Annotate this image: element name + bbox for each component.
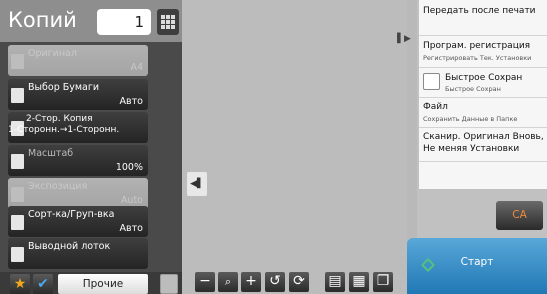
ratio-button[interactable]: Масштаб 100%	[8, 145, 148, 176]
chevron-right-icon: ▌▶	[397, 34, 411, 44]
chevron-left-icon: ◀▌	[190, 179, 204, 189]
shortcut-file[interactable]: Файл Сохранить Данные в Папке	[419, 98, 547, 128]
multi-page-button[interactable]: ❐	[373, 272, 393, 292]
thumbnail-view-button[interactable]: ▦	[349, 272, 369, 292]
shortcut-program-register[interactable]: Програм. регистрация Регистрировать Тек.…	[419, 36, 547, 68]
exposure-label: Экспозиция	[28, 181, 88, 192]
page-view-button[interactable]: ▤	[325, 272, 345, 292]
preview-area	[182, 0, 407, 294]
paper-select-value: Авто	[119, 96, 143, 107]
quick-save-checkbox[interactable]	[423, 73, 440, 90]
rotate-button[interactable]: ↺	[265, 272, 285, 292]
shortcut-quick-save-sub: Быстрое Сохран	[445, 85, 501, 93]
plus-icon: +	[245, 273, 257, 289]
page-view-icon: ▤	[328, 273, 342, 289]
ratio-label: Масштаб	[28, 148, 74, 159]
exposure-button[interactable]: Экспозиция Auto	[8, 178, 148, 209]
shortcut-rescan[interactable]: Сканир. Оригинал Вновь, Не меняя Установ…	[419, 128, 547, 162]
refresh-button[interactable]: ⟳	[289, 272, 309, 292]
output-tray-label: Выводной лоток	[28, 241, 111, 252]
zoom-in-button[interactable]: +	[241, 272, 261, 292]
duplex-copy-button[interactable]: 2-Стор. Копия 1-Сторонн.→1-Сторонн.	[8, 112, 148, 143]
original-button[interactable]: Оригинал A4	[8, 45, 148, 76]
favorite-button[interactable]: ★	[10, 274, 30, 294]
zoom-out-button[interactable]: −	[195, 272, 215, 292]
original-icon	[11, 54, 24, 69]
ratio-icon	[11, 154, 24, 169]
start-label: Старт	[460, 256, 494, 268]
shortcut-rescan-line1: Сканир. Оригинал Вновь,	[423, 132, 544, 142]
other-button[interactable]: Прочие	[58, 274, 148, 294]
duplex-copy-label: 2-Стор. Копия 1-Сторонн.→1-Сторонн.	[8, 114, 119, 136]
star-icon: ★	[13, 276, 27, 292]
shortcut-quick-save[interactable]: Быстрое Сохран Быстрое Сохран	[419, 68, 547, 98]
shortcut-file-sub: Сохранить Данные в Папке	[423, 115, 518, 123]
sort-group-label: Сорт-ка/Груп-вка	[28, 209, 115, 220]
shortcut-rescan-line2: Не меняя Установки	[423, 144, 520, 154]
start-button[interactable]: Старт	[407, 238, 547, 294]
output-tray-button[interactable]: Выводной лоток	[8, 238, 148, 269]
check-icon: ✔	[37, 276, 49, 292]
check-button[interactable]: ✔	[33, 274, 53, 294]
minus-icon: −	[199, 273, 211, 289]
ratio-value: 100%	[115, 162, 143, 173]
collapse-left-button[interactable]: ◀▌	[187, 172, 207, 196]
exposure-icon	[11, 187, 24, 202]
paper-icon	[11, 88, 24, 103]
copies-bar: Копий 1	[0, 0, 182, 42]
zoom-button[interactable]: ⌕	[218, 272, 238, 292]
keypad-icon	[161, 15, 175, 29]
sort-group-value: Авто	[119, 223, 143, 234]
shortcut-file-label: Файл	[423, 102, 448, 112]
paper-select-label: Выбор Бумаги	[28, 82, 100, 93]
original-value: A4	[130, 62, 143, 73]
shortcut-quick-save-label: Быстрое Сохран	[445, 73, 523, 83]
keypad-button[interactable]	[157, 9, 179, 35]
exposure-value: Auto	[120, 195, 143, 206]
shortcut-send-after-print-label: Передать после печати	[423, 6, 536, 16]
refresh-icon: ⟳	[293, 273, 305, 289]
clear-all-button[interactable]: CA	[496, 201, 543, 230]
paper-select-button[interactable]: Выбор Бумаги Авто	[8, 79, 148, 110]
shortcut-list: Передать после печати Програм. регистрац…	[419, 0, 547, 189]
duplex-copy-value: 1-Сторонн.→1-Сторонн.	[8, 125, 120, 135]
rotate-icon: ↺	[269, 273, 281, 289]
thumbnail-view-icon: ▦	[352, 273, 366, 289]
original-label: Оригинал	[28, 48, 77, 59]
shortcut-program-register-sub: Регистрировать Тек. Установки	[423, 54, 532, 62]
copies-count-input[interactable]: 1	[97, 9, 151, 35]
multi-page-icon: ❐	[376, 273, 390, 289]
output-tray-icon	[11, 247, 24, 262]
preview-thumbnail[interactable]	[160, 274, 178, 294]
shortcut-send-after-print[interactable]: Передать после печати	[419, 0, 547, 36]
sort-icon	[11, 215, 24, 230]
shortcut-program-register-label: Програм. регистрация	[423, 41, 531, 51]
zoom-icon: ⌕	[224, 275, 232, 288]
sort-group-button[interactable]: Сорт-ка/Груп-вка Авто	[8, 206, 148, 237]
copies-title: Копий	[8, 8, 77, 32]
expand-right-button[interactable]: ▌▶	[396, 28, 412, 50]
duplex-copy-title: 2-Стор. Копия	[26, 114, 93, 124]
